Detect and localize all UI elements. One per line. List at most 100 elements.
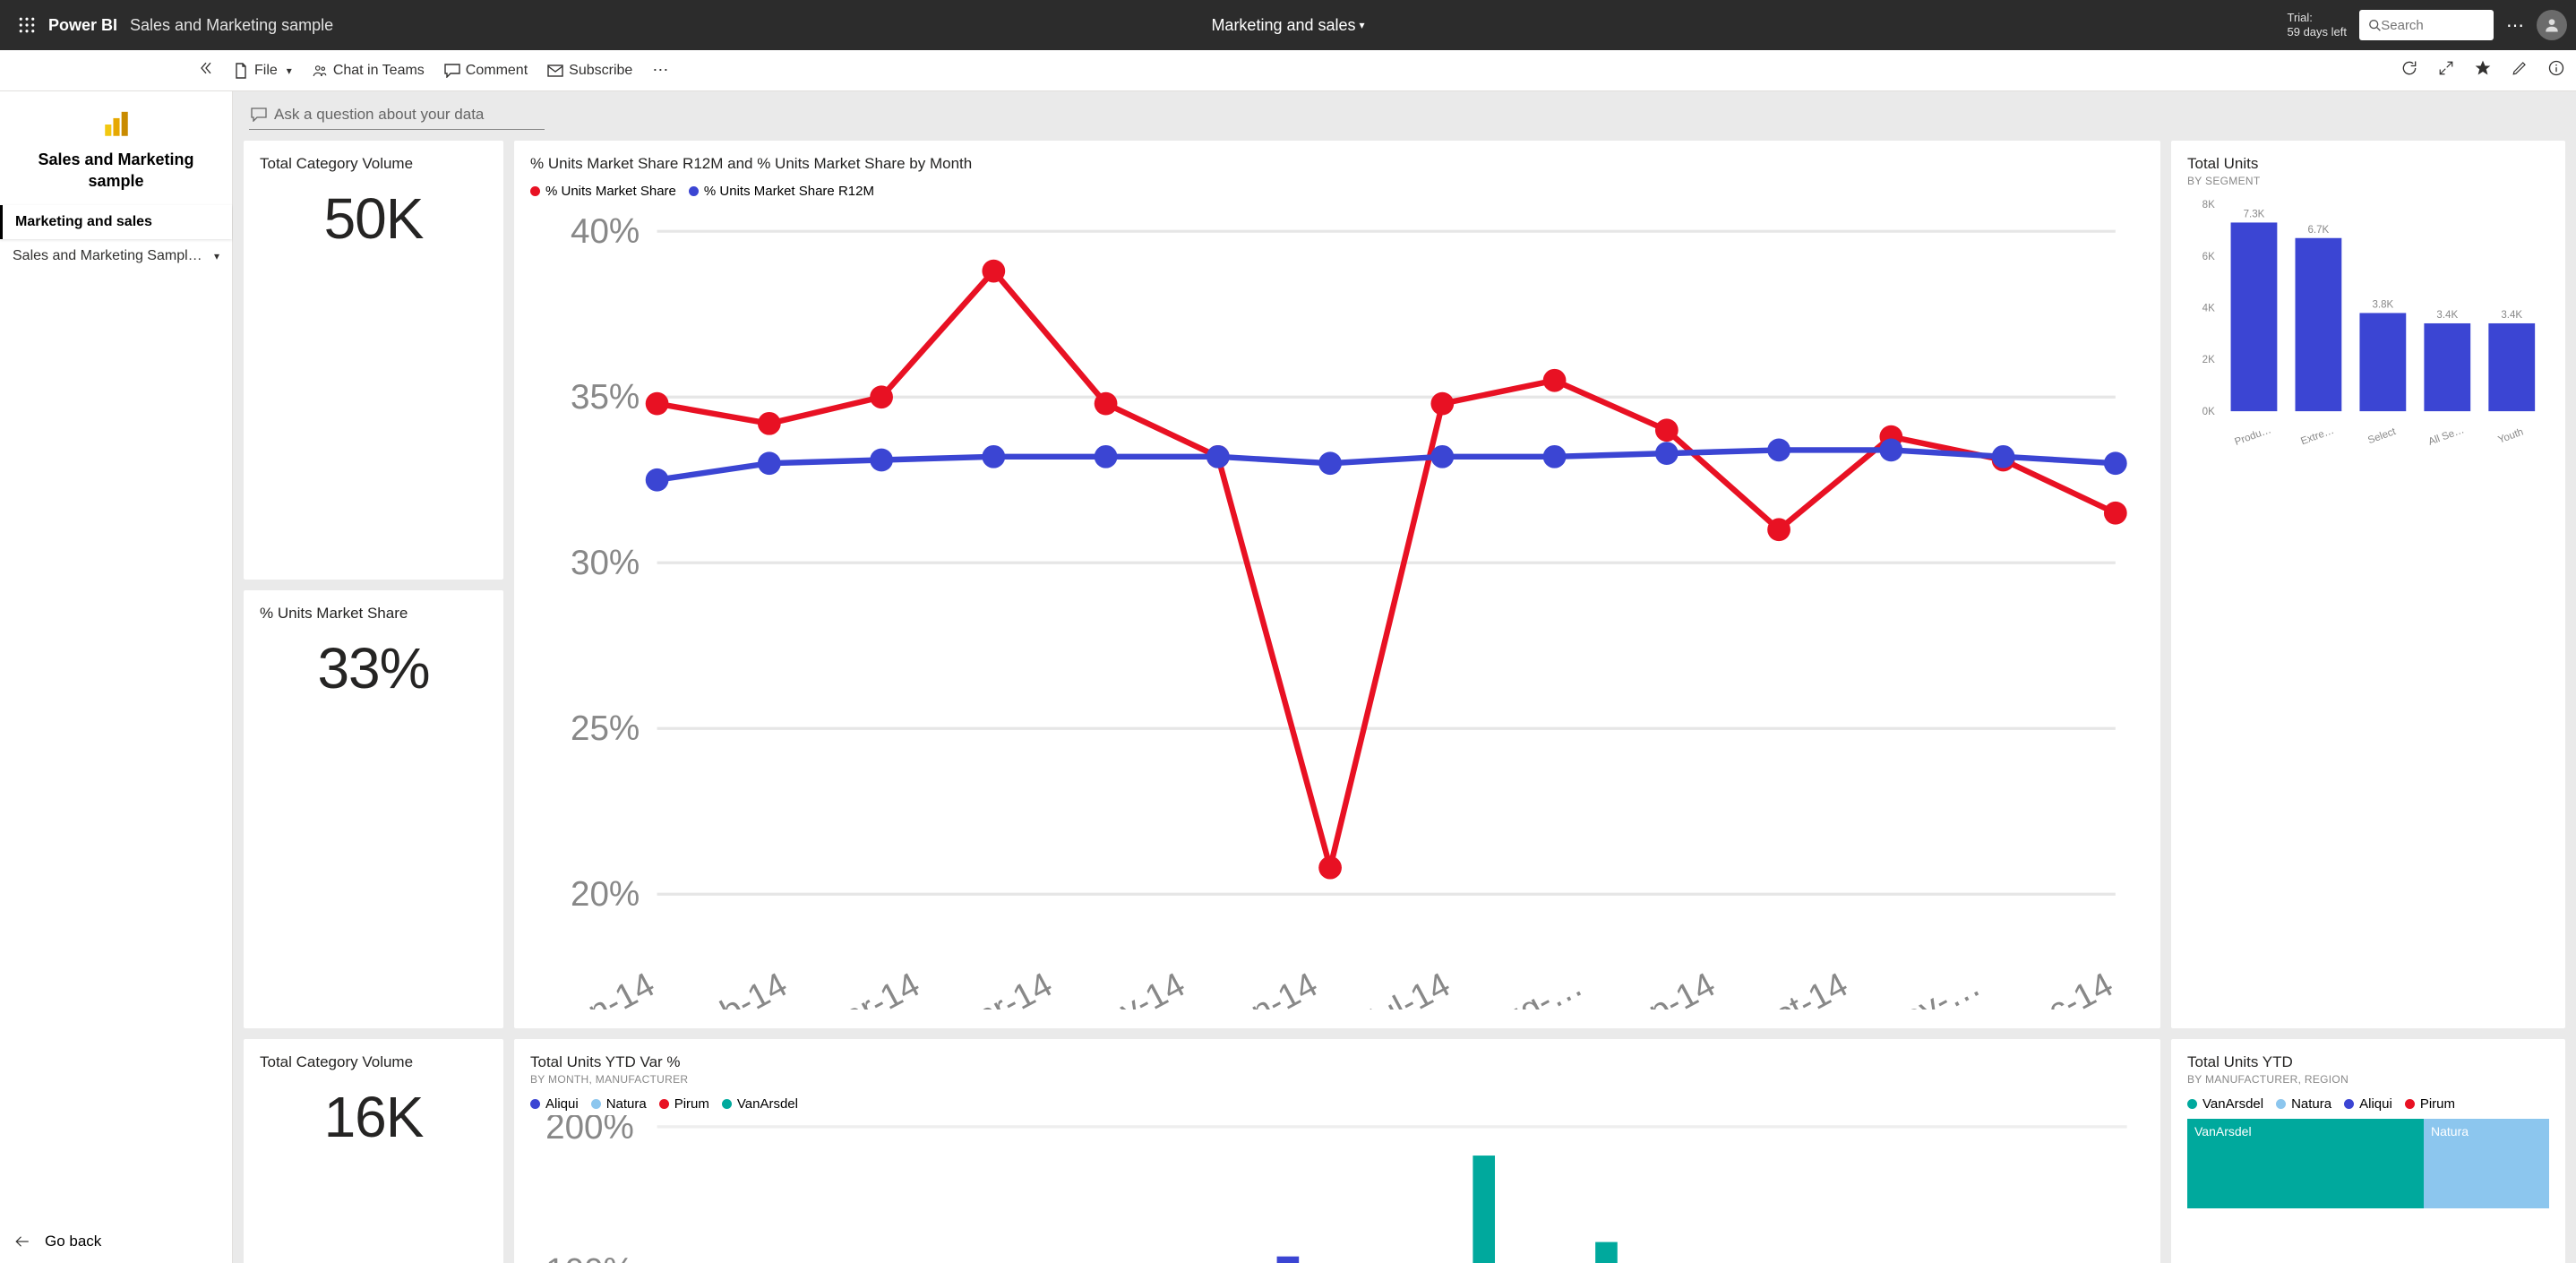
global-header: Power BI Sales and Marketing sample Mark…: [0, 0, 2576, 50]
report-toolbar: File ▾ Chat in Teams Comment Subscribe ⋯: [0, 50, 2576, 91]
svg-text:Oct-14: Oct-14: [1745, 966, 1854, 1010]
qna-input[interactable]: Ask a question about your data: [249, 102, 545, 130]
kpi-market-share[interactable]: % Units Market Share 33%: [244, 590, 503, 1029]
legend-dot-icon: [2405, 1099, 2415, 1109]
user-avatar[interactable]: [2537, 10, 2567, 40]
kpi-value: 16K: [260, 1084, 487, 1150]
comment-button[interactable]: Comment: [444, 63, 528, 79]
product-name[interactable]: Power BI: [48, 16, 117, 35]
svg-text:25%: 25%: [571, 709, 640, 748]
nav-item-active[interactable]: Marketing and sales: [0, 205, 232, 239]
legend-dot-icon: [591, 1099, 601, 1109]
legend-label: Pirum: [2420, 1096, 2455, 1112]
refresh-icon[interactable]: [2400, 59, 2418, 82]
favorite-icon[interactable]: [2474, 59, 2492, 82]
svg-text:All Se…: All Se…: [2427, 425, 2466, 445]
kpi-total-category-volume[interactable]: Total Category Volume 50K: [244, 141, 503, 580]
svg-text:3.4K: 3.4K: [2501, 310, 2522, 321]
report-canvas: Ask a question about your data Total Cat…: [233, 91, 2576, 1263]
svg-text:20%: 20%: [571, 875, 640, 914]
nav-sidebar: Sales and Marketing sample Marketing and…: [0, 91, 233, 1263]
treemap-box-natura[interactable]: Natura: [2424, 1119, 2549, 1208]
comment-label: Comment: [466, 63, 528, 79]
nav-item-label: Sales and Marketing Sampl…: [13, 248, 202, 264]
fullscreen-icon[interactable]: [2438, 60, 2454, 81]
svg-text:Select: Select: [2366, 426, 2398, 446]
teams-icon: [312, 63, 328, 79]
qna-placeholder: Ask a question about your data: [274, 106, 484, 124]
trial-label: Trial:: [2288, 11, 2348, 25]
legend-dot-icon: [2344, 1099, 2354, 1109]
svg-text:Jun-14: Jun-14: [1212, 966, 1323, 1010]
search-input[interactable]: [2381, 18, 2485, 33]
search-icon: [2368, 18, 2381, 32]
comment-icon: [251, 107, 267, 122]
chart-legend: VanArsdel Natura Aliqui Pirum: [2187, 1096, 2549, 1112]
breadcrumb-label: Marketing and sales: [1211, 16, 1355, 35]
legend-label: Aliqui: [2359, 1096, 2392, 1112]
line-chart-market-share[interactable]: % Units Market Share R12M and % Units Ma…: [514, 141, 2160, 1028]
svg-text:Youth: Youth: [2497, 426, 2525, 445]
file-label: File: [254, 63, 278, 79]
svg-text:May-14: May-14: [1071, 966, 1191, 1010]
legend-label: % Units Market Share R12M: [704, 184, 874, 199]
svg-text:Produ…: Produ…: [2233, 425, 2272, 445]
chart-legend: Aliqui Natura Pirum VanArsdel: [530, 1096, 2144, 1112]
info-icon[interactable]: [2547, 59, 2565, 82]
tile-subtitle: BY SEGMENT: [2187, 175, 2549, 187]
treemap-box-vanarsdel[interactable]: VanArsdel: [2187, 1119, 2424, 1208]
toolbar-more-icon[interactable]: ⋯: [652, 61, 668, 80]
tile-title: Total Units YTD Var %: [530, 1053, 2144, 1071]
chat-teams-button[interactable]: Chat in Teams: [312, 63, 425, 79]
more-icon[interactable]: ⋯: [2506, 14, 2524, 37]
trial-info[interactable]: Trial: 59 days left: [2288, 11, 2348, 39]
svg-text:30%: 30%: [571, 544, 640, 582]
svg-text:200%: 200%: [545, 1115, 634, 1147]
search-box[interactable]: [2359, 10, 2494, 40]
svg-text:6K: 6K: [2202, 252, 2215, 262]
subscribe-button[interactable]: Subscribe: [547, 63, 632, 79]
report-breadcrumb[interactable]: Marketing and sales ▾: [1211, 16, 1364, 35]
chart-legend: % Units Market Share % Units Market Shar…: [530, 184, 2144, 199]
collapse-nav-icon[interactable]: [197, 59, 215, 82]
tile-subtitle: BY MONTH, MANUFACTURER: [530, 1073, 2144, 1086]
legend-label: Aliqui: [545, 1096, 579, 1112]
svg-text:Extre…: Extre…: [2299, 425, 2335, 446]
svg-text:35%: 35%: [571, 378, 640, 417]
kpi-value: 33%: [260, 635, 487, 701]
bar-chart-total-units[interactable]: Total Units BY SEGMENT 0K2K4K6K8K7.3KPro…: [2171, 141, 2565, 1028]
tile-subtitle: BY MANUFACTURER, REGION: [2187, 1073, 2549, 1086]
legend-dot-icon: [2187, 1099, 2197, 1109]
legend-dot-icon: [659, 1099, 669, 1109]
kpi-total-category-volume-2[interactable]: Total Category Volume 16K: [244, 1039, 503, 1263]
nav-item-sample[interactable]: Sales and Marketing Sampl… ▾: [0, 239, 232, 273]
file-menu[interactable]: File ▾: [233, 63, 292, 79]
svg-text:2K: 2K: [2202, 355, 2215, 365]
svg-text:Apr-14: Apr-14: [949, 966, 1059, 1010]
legend-dot-icon: [2276, 1099, 2286, 1109]
svg-text:Feb-14: Feb-14: [679, 966, 794, 1010]
svg-text:40%: 40%: [571, 212, 640, 251]
mail-icon: [547, 63, 563, 79]
bar-chart-svg: 0K2K4K6K8K7.3KProdu…6.7KExtre…3.8KSelect…: [2187, 187, 2549, 446]
trial-value: 59 days left: [2288, 25, 2348, 39]
go-back-button[interactable]: Go back: [13, 1233, 101, 1250]
svg-text:3.8K: 3.8K: [2372, 300, 2393, 311]
subscribe-label: Subscribe: [569, 63, 632, 79]
treemap-body: VanArsdel Natura: [2187, 1119, 2549, 1208]
svg-text:Nov-…: Nov-…: [1874, 966, 1987, 1010]
dashboard-icon: Sales and Marketing sample: [0, 91, 232, 205]
edit-icon[interactable]: [2512, 60, 2528, 81]
bar-chart-ytd-var[interactable]: Total Units YTD Var % BY MONTH, MANUFACT…: [514, 1039, 2160, 1263]
legend-dot-icon: [530, 1099, 540, 1109]
treemap-total-units-ytd[interactable]: Total Units YTD BY MANUFACTURER, REGION …: [2171, 1039, 2565, 1263]
legend-label: Pirum: [674, 1096, 709, 1112]
svg-text:Jul-14: Jul-14: [1355, 966, 1456, 1010]
app-launcher-icon[interactable]: [9, 7, 45, 43]
legend-label: % Units Market Share: [545, 184, 676, 199]
file-icon: [233, 63, 249, 79]
svg-text:0K: 0K: [2202, 407, 2215, 417]
nav-item-label: Marketing and sales: [15, 214, 152, 230]
workspace-name[interactable]: Sales and Marketing sample: [130, 16, 333, 35]
tile-title: Total Units: [2187, 155, 2549, 173]
